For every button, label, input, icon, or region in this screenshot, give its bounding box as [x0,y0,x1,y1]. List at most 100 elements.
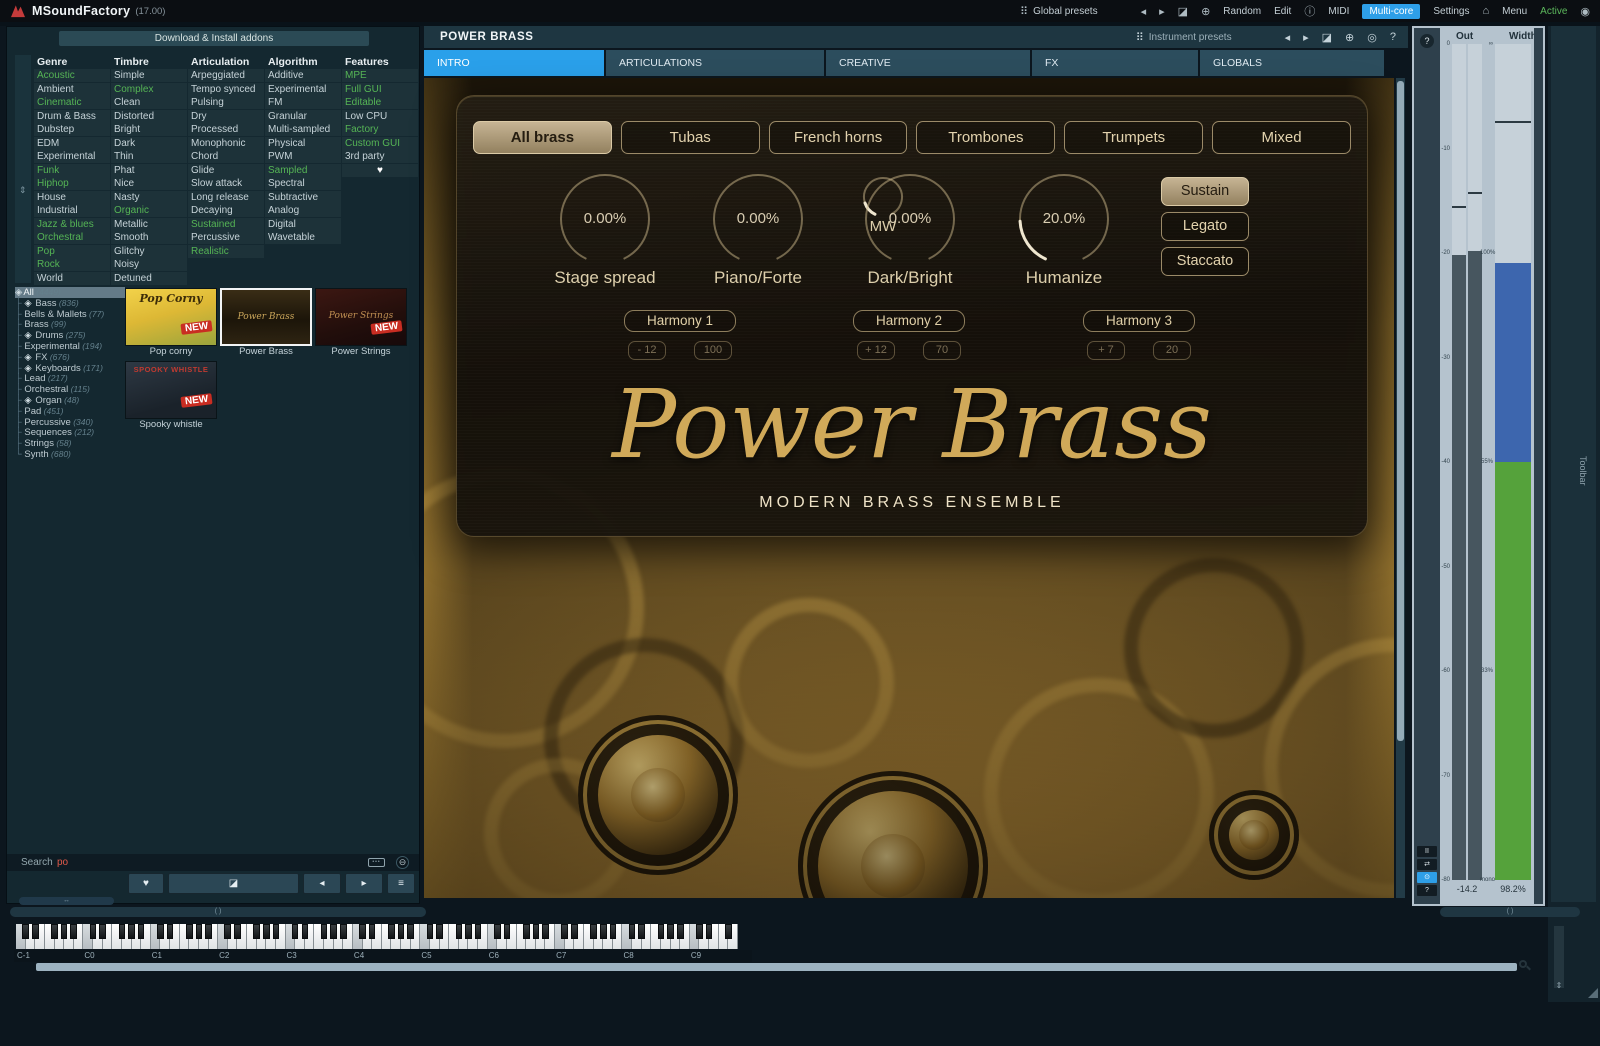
articulation-button-sustain[interactable]: Sustain [1161,177,1249,206]
black-key[interactable] [186,924,193,939]
filter-item-experimental[interactable]: Experimental [34,150,110,163]
tree-item-pad[interactable]: ├ Pad (451) [15,406,125,417]
filter-item-funk[interactable]: Funk [34,164,110,177]
black-key[interactable] [677,924,684,939]
filter-item-phat[interactable]: Phat [111,164,187,177]
left-panel-resize-handle[interactable]: ( ) [10,907,426,917]
knob-piano-forte[interactable]: 0.00% [711,172,805,266]
black-key[interactable] [398,924,405,939]
download-install-addons-button[interactable]: Download & Install addons [59,31,369,46]
meter-loop-button[interactable]: ⇄ [1417,859,1437,870]
filter-item-full-gui[interactable]: Full GUI [342,83,418,96]
black-key[interactable] [494,924,501,939]
black-key[interactable] [138,924,145,939]
black-key[interactable] [253,924,260,939]
window-resize-corner[interactable] [1588,988,1598,998]
tree-item-lead[interactable]: ├ Lead (217) [15,373,125,384]
black-key[interactable] [561,924,568,939]
articulation-button-legato[interactable]: Legato [1161,212,1249,241]
filter-item-processed[interactable]: Processed [188,123,264,136]
black-key[interactable] [696,924,703,939]
black-key[interactable] [504,924,511,939]
random-button[interactable]: Random [1223,6,1261,17]
previous-preset-button[interactable]: ◂ [303,873,341,894]
tree-item-fx[interactable]: ├ ◈ FX (676) [15,352,125,363]
tree-expand-icon[interactable]: ◈ [24,352,31,363]
tree-item-bass[interactable]: ├ ◈ Bass (836) [15,298,125,309]
search-clear-button[interactable]: ⊖ [396,856,409,869]
active-toggle[interactable]: Active [1540,6,1567,17]
black-key[interactable] [234,924,241,939]
filter-item-arpeggiated[interactable]: Arpeggiated [188,69,264,82]
filter-item-glitchy[interactable]: Glitchy [111,245,187,258]
black-key[interactable] [629,924,636,939]
filter-item-detuned[interactable]: Detuned [111,272,187,285]
filter-item-complex[interactable]: Complex [111,83,187,96]
black-key[interactable] [475,924,482,939]
tree-expand-icon[interactable]: ◈ [24,363,31,374]
filter-item-drum-bass[interactable]: Drum & Bass [34,110,110,123]
black-key[interactable] [533,924,540,939]
save-preset-icon[interactable]: ◪ [1178,5,1188,18]
filter-item-additive[interactable]: Additive [265,69,341,82]
black-key[interactable] [456,924,463,939]
articulation-button-staccato[interactable]: Staccato [1161,247,1249,276]
tree-expand-icon[interactable]: ◈ [24,298,31,309]
tree-item-synth[interactable]: └ Synth (680) [15,449,125,460]
knob-dark-bright[interactable]: 0.00% [863,172,957,266]
filter-item-editable[interactable]: Editable [342,96,418,109]
filter-item-experimental[interactable]: Experimental [265,83,341,96]
tree-expand-icon[interactable]: ◈ [15,287,22,298]
tab-globals[interactable]: GLOBALS [1200,50,1384,76]
keyboard-scrollbar[interactable] [36,963,1517,971]
harmony-amount-2[interactable]: 70 [923,341,961,360]
global-presets-button[interactable]: ⠿ Global presets [1020,5,1098,18]
preset-power-brass[interactable]: Power BrassPower Brass [220,288,312,358]
black-key[interactable] [388,924,395,939]
black-key[interactable] [196,924,203,939]
meter-help-button[interactable]: ? [1420,34,1434,48]
filter-item-orchestral[interactable]: Orchestral [34,231,110,244]
tree-item-bells-mallets[interactable]: ├ Bells & Mallets (77) [15,309,125,320]
black-key[interactable] [590,924,597,939]
preset-thumbnail[interactable]: Pop CornyNEW [125,288,217,346]
add-icon[interactable]: ⊕ [1345,31,1354,44]
black-key[interactable] [302,924,309,939]
filter-item-hiphop[interactable]: Hiphop [34,177,110,190]
eye-icon[interactable]: ◎ [1367,31,1377,44]
filter-item-realistic[interactable]: Realistic [188,245,264,258]
tab-intro[interactable]: INTRO [424,50,604,76]
scrollbar-thumb[interactable] [1397,81,1404,741]
filter-gutter-handle[interactable]: ⇕ [15,55,31,283]
filter-item-monophonic[interactable]: Monophonic [188,137,264,150]
black-key[interactable] [340,924,347,939]
filter-item-clean[interactable]: Clean [111,96,187,109]
tree-item-sequences[interactable]: ├ Sequences (212) [15,427,125,438]
favorite-button[interactable]: ♥ [128,873,164,894]
filter-item-acoustic[interactable]: Acoustic [34,69,110,82]
black-key[interactable] [90,924,97,939]
filter-item-organic[interactable]: Organic [111,204,187,217]
preset-power-strings[interactable]: Power StringsNEWPower Strings [315,288,407,358]
meter-help-button-2[interactable]: ? [1417,885,1437,896]
black-key[interactable] [465,924,472,939]
tree-item-keyboards[interactable]: ├ ◈ Keyboards (171) [15,363,125,374]
preset-thumbnail[interactable]: SPOOKY WHISTLENEW [125,361,217,419]
filter-item-tempo-synced[interactable]: Tempo synced [188,83,264,96]
filter-item-pulsing[interactable]: Pulsing [188,96,264,109]
info-icon[interactable]: ⓘ [1304,3,1315,19]
filter-item-metallic[interactable]: Metallic [111,218,187,231]
knob-stage-spread[interactable]: 0.00% [558,172,652,266]
black-key[interactable] [359,924,366,939]
filter-item-mpe[interactable]: MPE [342,69,418,82]
black-key[interactable] [99,924,106,939]
filter-item-3rd-party[interactable]: 3rd party [342,150,418,163]
black-key[interactable] [571,924,578,939]
tree-resize-handle[interactable]: ↔ [19,897,114,905]
harmony-amount-1[interactable]: 100 [694,341,732,360]
filter-item-industrial[interactable]: Industrial [34,204,110,217]
filter-item-thin[interactable]: Thin [111,150,187,163]
black-key[interactable] [22,924,29,939]
tree-item-brass[interactable]: ├ Brass (99) [15,319,125,330]
edit-button[interactable]: Edit [1274,6,1291,17]
